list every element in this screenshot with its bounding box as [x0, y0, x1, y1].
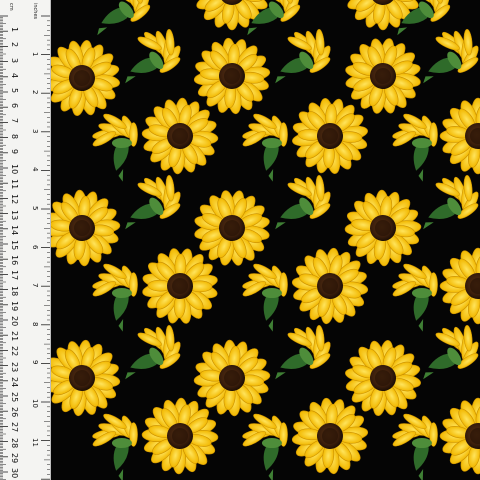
ruler-cm-label: 22: [10, 346, 19, 357]
ruler-inch-label: 6: [31, 244, 39, 250]
fabric-preview: cm inches 1 2 3 4 5 6 7 8 9 10 11 12 13 14 15 16 17 18 19 2…: [0, 0, 480, 480]
ruler-cm-label: 20: [10, 316, 19, 327]
ruler-inch-label: 4: [31, 167, 39, 172]
sunflower-pattern: [0, 0, 480, 480]
ruler-cm-label: 9: [10, 148, 19, 154]
ruler-inch-label: 7: [31, 283, 39, 288]
ruler-cm-label: 24: [10, 376, 19, 387]
ruler-inch-label: 2: [31, 90, 39, 95]
ruler-cm-label: 25: [10, 392, 19, 403]
ruler-cm-label: 16: [10, 255, 19, 266]
ruler-inch-label: 8: [31, 321, 39, 327]
ruler-cm-label: 3: [10, 57, 19, 63]
ruler-inch-unit: inches: [32, 3, 38, 20]
ruler-cm-label: 17: [10, 270, 19, 281]
ruler-cm-label: 12: [10, 194, 19, 205]
ruler-cm-label: 10: [10, 164, 19, 175]
ruler-cm-label: 30: [10, 468, 19, 479]
ruler-cm-label: 13: [10, 209, 19, 220]
ruler-cm-label: 21: [10, 331, 19, 342]
ruler-cm-label: 29: [10, 452, 19, 463]
ruler-inch-label: 1: [31, 51, 39, 57]
ruler-cm-label: 23: [10, 361, 19, 372]
ruler-cm-label: 18: [10, 285, 19, 296]
ruler-cm-label: 1: [10, 27, 19, 33]
ruler-cm-label: 19: [10, 300, 19, 311]
ruler-cm-label: 6: [10, 103, 19, 109]
ruler-ticks: [0, 15, 50, 480]
ruler-cm-label: 7: [10, 118, 19, 124]
ruler-inch-label: 11: [31, 437, 39, 447]
ruler-cm-label: 14: [10, 224, 19, 235]
ruler-cm-label: 11: [10, 179, 19, 190]
ruler-inch-label: 9: [31, 360, 39, 365]
measuring-ruler: cm inches 1 2 3 4 5 6 7 8 9 10 11 12 13 14 15 16 17 18 19 2…: [0, 0, 51, 480]
ruler-cm-label: 8: [10, 133, 19, 139]
ruler-cm-label: 26: [10, 407, 19, 418]
ruler-cm-label: 2: [10, 42, 19, 48]
ruler-cm-label: 5: [10, 88, 19, 94]
ruler-cm-label: 28: [10, 437, 19, 448]
ruler-cm-unit: cm: [8, 3, 14, 11]
ruler-inch-label: 3: [31, 128, 39, 134]
ruler-inch-label: 10: [31, 399, 39, 408]
ruler-inch-label: 5: [31, 206, 39, 211]
ruler-cm-label: 27: [10, 422, 19, 433]
ruler-cm-label: 15: [10, 240, 19, 251]
ruler-cm-label: 4: [10, 72, 19, 78]
